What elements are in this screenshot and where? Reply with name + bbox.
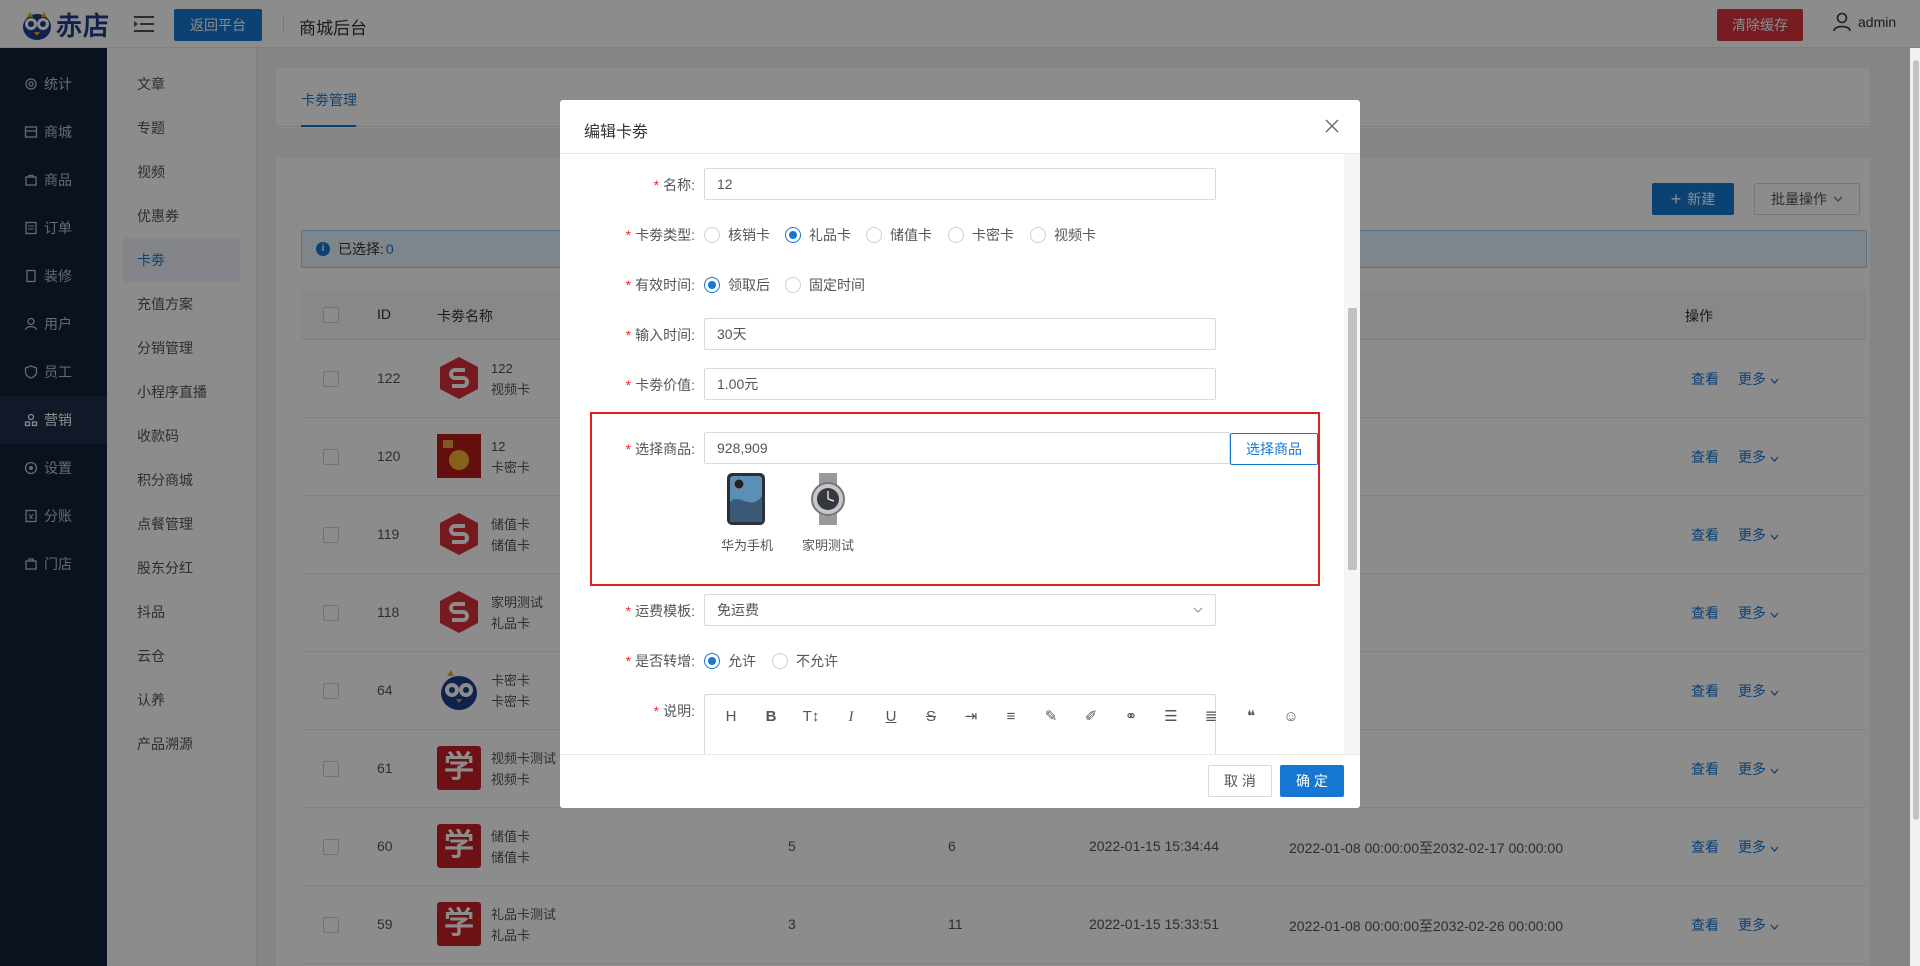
line-height-icon[interactable]: ≡ [1001, 707, 1021, 727]
list-icon[interactable]: ☰ [1161, 707, 1181, 727]
card-value-input[interactable]: 1.00元 [704, 368, 1216, 400]
modal-scrollbar[interactable] [1344, 154, 1360, 754]
radio-circle [948, 227, 964, 243]
input-time-input[interactable]: 30天 [704, 318, 1216, 350]
bold-icon[interactable]: B [761, 707, 781, 727]
radio-circle [1030, 227, 1046, 243]
transfer-label: * 是否转增: [625, 653, 695, 669]
radio-type-2[interactable]: 储值卡 [866, 225, 932, 245]
radio-type-1[interactable]: 礼品卡 [785, 225, 851, 245]
highlight-box [590, 412, 1320, 586]
radio-circle-checked [785, 227, 801, 243]
radio-valid-1[interactable]: 固定时间 [785, 275, 865, 295]
name-input[interactable]: 12 [704, 168, 1216, 200]
underline-icon[interactable]: U [881, 707, 901, 727]
pen-icon[interactable]: ✎ [1041, 707, 1061, 727]
radio-circle [704, 227, 720, 243]
card-type-label: * 卡劵类型: [625, 227, 695, 243]
description-label: * 说明: [653, 703, 695, 719]
radio-type-4[interactable]: 视频卡 [1030, 225, 1096, 245]
link-icon[interactable]: ⚭ [1121, 707, 1141, 727]
indent-icon[interactable]: ⇥ [961, 707, 981, 727]
valid-time-label: * 有效时间: [625, 277, 695, 293]
radio-valid-0[interactable]: 领取后 [704, 275, 770, 295]
radio-circle-checked [704, 653, 720, 669]
radio-circle-checked [704, 277, 720, 293]
select-goods-button[interactable]: 选择商品 [1230, 433, 1318, 465]
emoji-icon[interactable]: ☺ [1281, 707, 1301, 727]
shipping-select[interactable]: 免运费 [704, 594, 1216, 626]
brush-icon[interactable]: ✐ [1081, 707, 1101, 727]
input-time-label: * 输入时间: [625, 327, 695, 343]
modal-header: 编辑卡劵 [560, 100, 1360, 154]
name-label: * 名称: [653, 177, 695, 193]
radio-type-0[interactable]: 核销卡 [704, 225, 770, 245]
close-icon[interactable] [1325, 119, 1339, 133]
strikethrough-icon[interactable]: S [921, 707, 941, 727]
heading-icon[interactable]: H [721, 707, 741, 727]
chevron-down-icon [1193, 607, 1203, 613]
modal-title: 编辑卡劵 [584, 124, 649, 141]
radio-type-3[interactable]: 卡密卡 [948, 225, 1014, 245]
quote-icon[interactable]: ❝ [1241, 707, 1261, 727]
font-size-icon[interactable]: T↕ [801, 707, 821, 727]
align-icon[interactable]: ≣ [1201, 707, 1221, 727]
modal-footer: 取 消 确 定 [560, 754, 1360, 808]
shipping-label: * 运费模板: [625, 603, 695, 619]
page-scroll-thumb[interactable] [1913, 60, 1919, 820]
card-value-label: * 卡劵价值: [625, 377, 695, 393]
confirm-button[interactable]: 确 定 [1280, 765, 1344, 797]
radio-transfer-1[interactable]: 不允许 [772, 651, 838, 671]
cancel-button[interactable]: 取 消 [1208, 765, 1272, 797]
radio-circle [785, 277, 801, 293]
radio-circle [866, 227, 882, 243]
radio-circle [772, 653, 788, 669]
italic-icon[interactable]: I [841, 707, 861, 727]
rich-text-editor[interactable]: H B T↕ I U S ⇥ ≡ ✎ ✐ ⚭ ☰ ≣ ❝ ☺ [704, 694, 1299, 754]
radio-transfer-0[interactable]: 允许 [704, 651, 756, 671]
modal-scroll-thumb[interactable] [1348, 308, 1357, 570]
